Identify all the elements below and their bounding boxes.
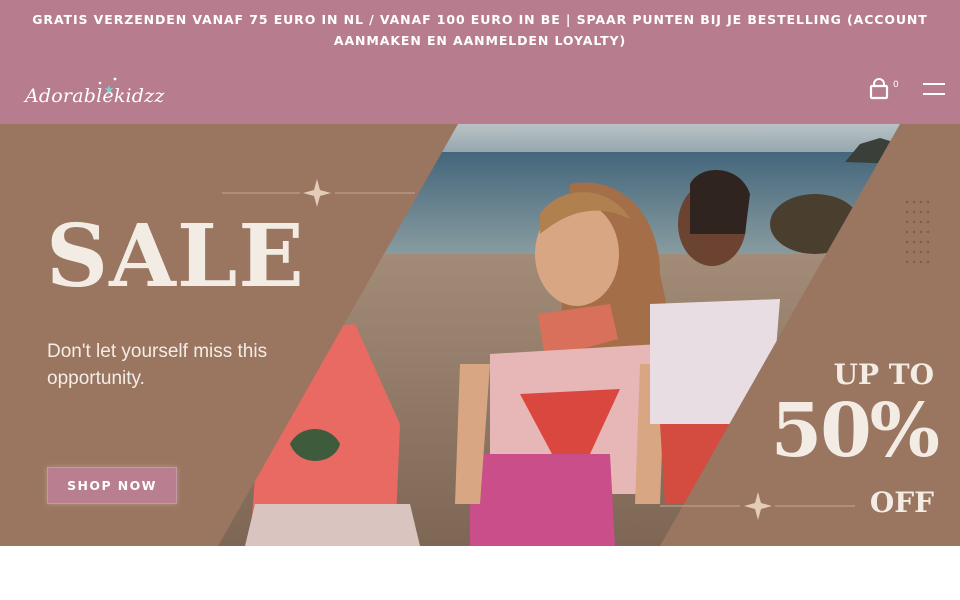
shopping-bag-icon[interactable] (868, 78, 890, 100)
sale-heading: SALE (46, 206, 305, 307)
hero-banner[interactable]: SALE Don't let yourself miss this opport… (0, 124, 960, 546)
promo-off: OFF (869, 486, 934, 519)
promo-percentage: 50% (770, 388, 940, 474)
shop-now-button[interactable]: SHOP NOW (47, 467, 177, 504)
site-logo[interactable]: Adorablekidzz (25, 85, 165, 107)
site-header: GRATIS VERZENDEN VANAF 75 EURO IN NL / V… (0, 0, 960, 124)
cart-count-badge: 0 (893, 80, 899, 90)
promo-up-to: UP TO (833, 358, 934, 391)
announcement-bar: GRATIS VERZENDEN VANAF 75 EURO IN NL / V… (32, 12, 928, 48)
hamburger-menu-icon[interactable] (922, 80, 946, 98)
sale-subtitle: Don't let yourself miss this opportunity… (47, 341, 268, 389)
